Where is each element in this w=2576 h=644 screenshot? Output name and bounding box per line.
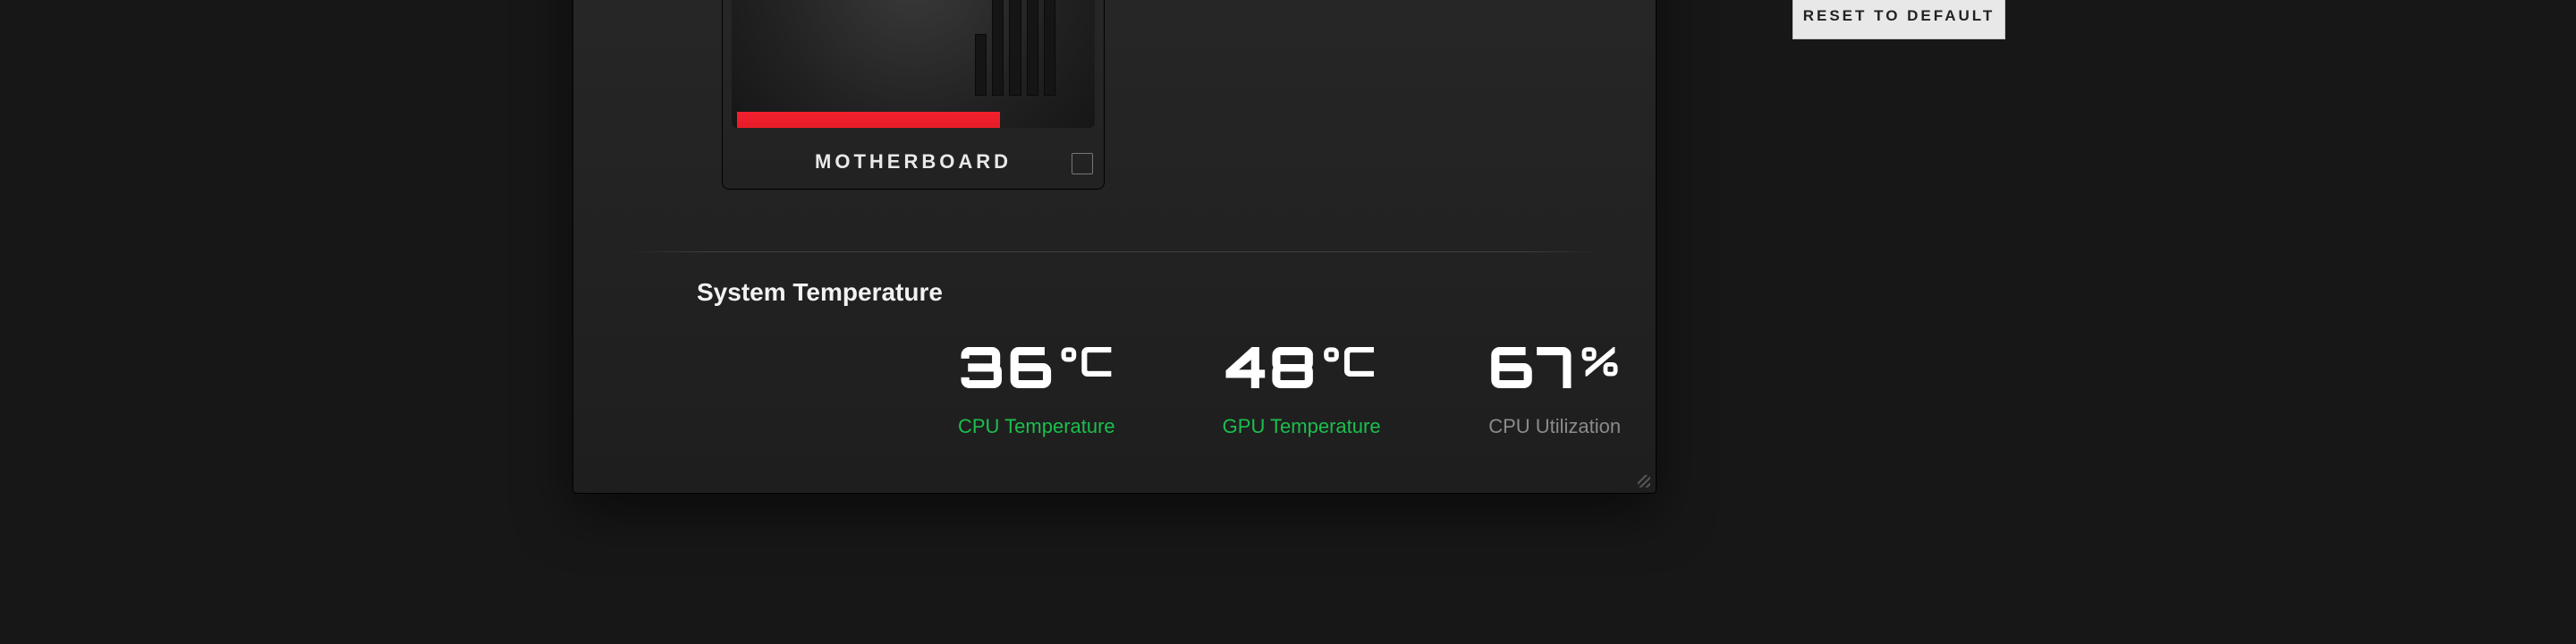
cpu-utilization-metric: 67% CPU Utilization [1488, 330, 1622, 438]
motherboard-hot-zone [737, 112, 1000, 128]
motherboard-select-checkbox[interactable] [1072, 153, 1093, 174]
motherboard-label: MOTHERBOARD [723, 135, 1104, 189]
fan-curve-chart: 100% 0% 50°C TEMPERATURE 100°C RESET TO … [1711, 0, 2087, 39]
cpu-temperature-metric: 36°C CPU Temperature [958, 330, 1115, 438]
metric-value: 36 [958, 330, 1055, 402]
system-metrics: 36°C CPU Temperature 48°C GPU Temperatur… [958, 330, 1622, 438]
metric-unit: % [1580, 335, 1621, 387]
reset-to-default-button[interactable]: RESET TO DEFAULT [1792, 0, 2005, 39]
metric-value: 67 [1488, 330, 1577, 402]
settings-panel: MOTHERBOARD LOW HIGH Chassis intake fan … [572, 0, 1657, 494]
motherboard-figure [732, 0, 1095, 128]
metric-label: GPU Temperature [1223, 415, 1381, 438]
motherboard-slots [975, 0, 1055, 96]
motherboard-card: MOTHERBOARD [722, 0, 1105, 190]
metric-unit: °C [1060, 335, 1115, 387]
metric-value: 48 [1225, 330, 1318, 402]
metric-unit: °C [1322, 335, 1377, 387]
metric-label: CPU Temperature [958, 415, 1115, 438]
metric-label: CPU Utilization [1488, 415, 1622, 438]
system-temperature-heading: System Temperature [697, 278, 943, 307]
section-divider [627, 251, 1602, 252]
gpu-temperature-metric: 48°C GPU Temperature [1223, 330, 1381, 438]
